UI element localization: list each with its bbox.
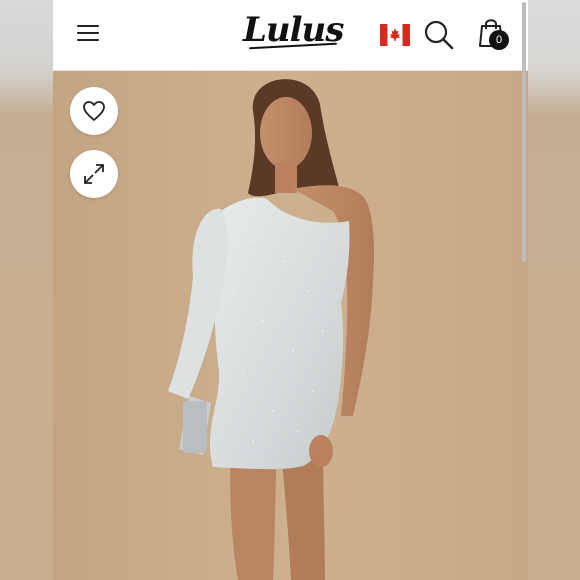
menu-line [77,32,99,34]
mobile-screen: Lulus 0 [53,0,528,580]
menu-line [77,39,99,41]
menu-line [77,25,99,27]
blurred-left-margin [0,0,53,580]
blurred-right-margin [528,0,580,580]
model-illustration [53,71,528,580]
top-navigation-bar: Lulus 0 [53,0,528,262]
heart-icon [83,101,105,121]
expand-icon [84,164,104,184]
favorite-button[interactable] [70,87,118,135]
cart-count-badge: 0 [489,30,509,50]
hamburger-menu-icon[interactable] [73,20,103,46]
expand-image-button[interactable] [70,150,118,198]
canada-flag-icon[interactable] [380,24,410,46]
scrollbar[interactable] [522,2,526,262]
product-photo [53,71,528,580]
search-icon[interactable] [422,18,456,52]
